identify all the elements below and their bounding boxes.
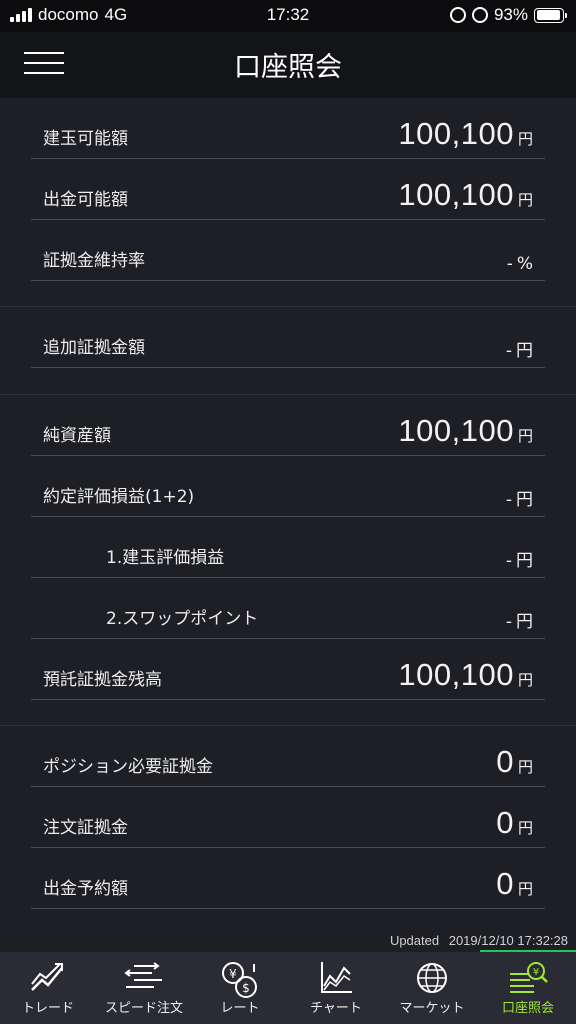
row-value: - 円 xyxy=(506,546,533,571)
value-unit: % xyxy=(516,254,533,274)
value-unit: 円 xyxy=(516,612,533,632)
orientation-lock-icon xyxy=(471,7,488,23)
tab-trade[interactable]: トレード xyxy=(0,952,96,1024)
status-right: 93% xyxy=(449,5,567,25)
row-position-available: 建玉可能額 100,100 円 xyxy=(31,98,545,159)
value-number: 0 xyxy=(496,866,514,901)
section-required-margin: ポジション必要証拠金 0 円 注文証拠金 0 円 出金予約額 0 円 xyxy=(0,726,576,936)
svg-text:$: $ xyxy=(242,981,250,995)
row-margin-maintenance-rate: 証拠金維持率 - % xyxy=(31,220,545,281)
app-header: 口座照会 xyxy=(0,32,576,98)
value-unit: 円 xyxy=(516,551,533,571)
bottom-tab-bar: トレード スピード注文 ¥ $ レート チャート マーケット ¥ 口座照会 xyxy=(0,952,576,1024)
trade-chart-icon xyxy=(31,963,63,991)
tab-account-inquiry[interactable]: ¥ 口座照会 xyxy=(480,952,576,1024)
tab-label: チャート xyxy=(310,1001,362,1016)
row-value: 100,100 円 xyxy=(398,413,533,449)
tab-chart[interactable]: チャート xyxy=(288,952,384,1024)
row-label: 出金予約額 xyxy=(43,879,128,899)
tab-label: レート xyxy=(220,1001,260,1016)
chart-icon xyxy=(321,962,352,993)
value-number: 100,100 xyxy=(398,177,514,212)
row-label: 純資産額 xyxy=(43,426,111,446)
section-additional-margin: 追加証拠金額 - 円 xyxy=(0,307,576,395)
globe-icon xyxy=(417,963,447,993)
value-unit: 円 xyxy=(517,880,533,898)
row-valuation-pl: 約定評価損益(1+2) - 円 xyxy=(31,456,545,517)
row-label: 出金可能額 xyxy=(43,190,128,210)
battery-icon xyxy=(534,7,567,23)
row-value: - 円 xyxy=(506,336,533,361)
value-number: 100,100 xyxy=(398,116,514,151)
row-value: 0 円 xyxy=(496,866,533,902)
updated-timestamp: Updated 2019/12/10 17:32:28 xyxy=(390,933,568,948)
value-number: - xyxy=(505,551,512,571)
value-unit: 円 xyxy=(517,671,533,689)
value-number: 0 xyxy=(496,805,514,840)
tab-speed-order[interactable]: スピード注文 xyxy=(96,952,192,1024)
value-number: - xyxy=(505,612,512,632)
row-label: 預託証拠金残高 xyxy=(43,670,162,690)
tab-label: マーケット xyxy=(399,1001,465,1016)
updated-label: Updated xyxy=(389,933,440,948)
speed-order-icon xyxy=(124,962,162,988)
account-inquiry-icon: ¥ xyxy=(510,962,548,993)
value-number: - xyxy=(505,490,512,510)
value-number: 100,100 xyxy=(398,413,514,448)
row-label: 2.スワップポイント xyxy=(106,609,259,629)
row-label: 建玉可能額 xyxy=(43,129,128,149)
status-bar: docomo 4G 17:32 93% xyxy=(0,0,576,32)
row-value: 100,100 円 xyxy=(398,177,533,213)
row-label: 注文証拠金 xyxy=(43,818,128,838)
updated-time: 2019/12/10 17:32:28 xyxy=(448,933,568,948)
value-unit: 円 xyxy=(516,490,533,510)
row-label: 1.建玉評価損益 xyxy=(106,548,225,568)
value-unit: 円 xyxy=(517,427,533,445)
row-value: - % xyxy=(507,254,533,274)
value-number: - xyxy=(505,341,512,361)
row-net-assets: 純資産額 100,100 円 xyxy=(31,395,545,456)
svg-text:¥: ¥ xyxy=(533,967,539,978)
row-swap-points: 2.スワップポイント - 円 xyxy=(31,578,545,639)
page-title: 口座照会 xyxy=(234,52,342,83)
row-additional-margin: 追加証拠金額 - 円 xyxy=(31,307,545,368)
row-position-valuation-pl: 1.建玉評価損益 - 円 xyxy=(31,517,545,578)
value-number: 0 xyxy=(496,744,514,779)
battery-percent: 93% xyxy=(493,5,528,24)
section-available: 建玉可能額 100,100 円 出金可能額 100,100 円 証拠金維持率 -… xyxy=(0,98,576,307)
row-value: - 円 xyxy=(506,607,533,632)
value-unit: 円 xyxy=(517,758,533,776)
value-unit: 円 xyxy=(517,819,533,837)
row-deposit-margin-balance: 預託証拠金残高 100,100 円 xyxy=(31,639,545,700)
row-value: 0 円 xyxy=(496,744,533,780)
value-unit: 円 xyxy=(517,130,533,148)
alarm-icon xyxy=(449,7,466,23)
tab-label: トレード xyxy=(21,1001,74,1016)
row-label: 約定評価損益(1+2) xyxy=(43,487,195,507)
value-number: - xyxy=(506,254,513,274)
svg-text:¥: ¥ xyxy=(229,967,237,981)
value-unit: 円 xyxy=(516,341,533,361)
row-value: 100,100 円 xyxy=(398,657,533,693)
row-label: 追加証拠金額 xyxy=(43,338,145,358)
row-value: 100,100 円 xyxy=(398,116,533,152)
row-value: 0 円 xyxy=(496,805,533,841)
section-net-assets: 純資産額 100,100 円 約定評価損益(1+2) - 円 1.建玉評価損益 … xyxy=(0,395,576,726)
row-label: 証拠金維持率 xyxy=(43,251,145,271)
row-position-required-margin: ポジション必要証拠金 0 円 xyxy=(31,726,545,787)
row-order-margin: 注文証拠金 0 円 xyxy=(31,787,545,848)
account-summary: 建玉可能額 100,100 円 出金可能額 100,100 円 証拠金維持率 -… xyxy=(0,98,576,936)
row-label: ポジション必要証拠金 xyxy=(43,757,213,777)
row-withdrawal-reserved: 出金予約額 0 円 xyxy=(31,848,545,909)
row-value: - 円 xyxy=(506,485,533,510)
tab-rate[interactable]: ¥ $ レート xyxy=(192,952,288,1024)
row-withdrawal-available: 出金可能額 100,100 円 xyxy=(31,159,545,220)
rate-currency-icon: ¥ $ xyxy=(222,962,257,998)
value-unit: 円 xyxy=(517,191,533,209)
tab-label: 口座照会 xyxy=(501,1001,554,1016)
tab-label: スピード注文 xyxy=(104,1001,183,1016)
value-number: 100,100 xyxy=(398,657,514,692)
tab-market[interactable]: マーケット xyxy=(384,952,480,1024)
